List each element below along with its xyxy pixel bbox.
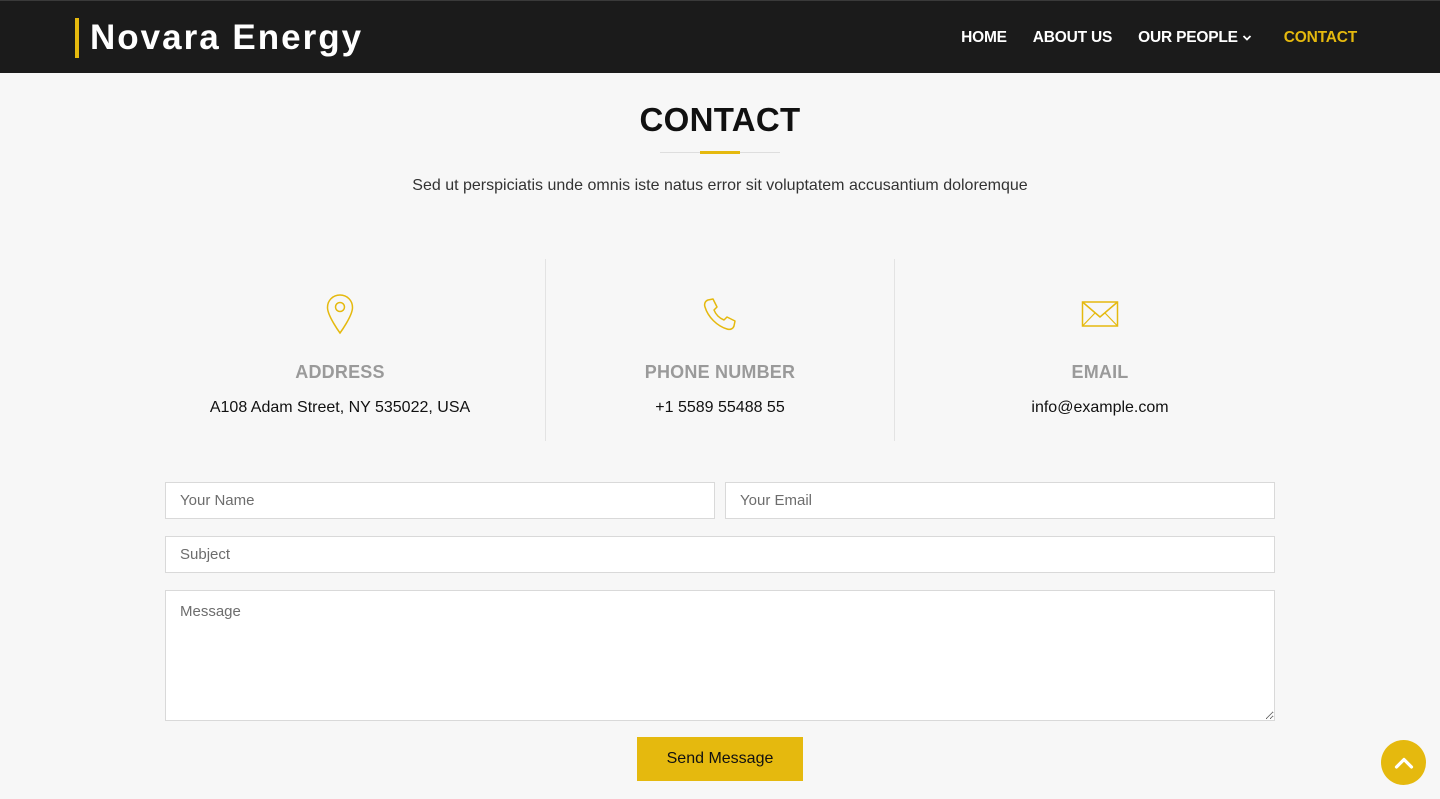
envelope-icon — [925, 289, 1275, 339]
site-header: Novara Energy HOME ABOUT US OUR PEOPLE C… — [0, 0, 1440, 73]
nav-contact[interactable]: CONTACT — [1284, 29, 1357, 47]
nav-our-people-label: OUR PEOPLE — [1138, 28, 1238, 46]
email-block: EMAIL info@example.com — [925, 259, 1275, 441]
chevron-down-icon — [1242, 34, 1252, 42]
address-value: A108 Adam Street, NY 535022, USA — [209, 399, 471, 416]
email-input[interactable] — [725, 482, 1275, 519]
email-label: EMAIL — [1071, 362, 1129, 382]
address-label: ADDRESS — [295, 362, 385, 382]
chevron-up-icon — [1394, 757, 1413, 769]
nav-contact-label: CONTACT — [1283, 28, 1357, 46]
brand-logo[interactable]: Novara Energy — [75, 18, 363, 58]
section-title: CONTACT — [639, 101, 801, 138]
name-input[interactable] — [165, 482, 715, 519]
phone-label: PHONE NUMBER — [644, 362, 796, 382]
nav-our-people[interactable]: OUR PEOPLE — [1138, 29, 1252, 47]
phone-block: PHONE NUMBER +1 5589 55488 55 — [545, 259, 895, 441]
title-accent-bar — [700, 151, 740, 154]
nav-home-label: HOME — [961, 28, 1007, 46]
back-to-top-button[interactable] — [1381, 740, 1426, 785]
address-block: ADDRESS A108 Adam Street, NY 535022, USA — [165, 259, 515, 441]
nav-about-us[interactable]: ABOUT US — [1032, 28, 1113, 47]
email-value: info@example.com — [1031, 399, 1169, 416]
map-pin-icon — [165, 289, 515, 339]
message-textarea[interactable] — [165, 590, 1275, 721]
main-nav: HOME ABOUT US OUR PEOPLE CONTACT — [935, 1, 1357, 74]
subject-input[interactable] — [165, 536, 1275, 573]
phone-value: +1 5589 55488 55 — [655, 399, 785, 416]
send-message-button[interactable]: Send Message — [637, 737, 803, 781]
section-subtitle: Sed ut perspiciatis unde omnis iste natu… — [412, 177, 1028, 194]
phone-icon — [546, 289, 894, 339]
nav-about-us-label: ABOUT US — [1032, 28, 1113, 46]
nav-home[interactable]: HOME — [961, 29, 1007, 47]
